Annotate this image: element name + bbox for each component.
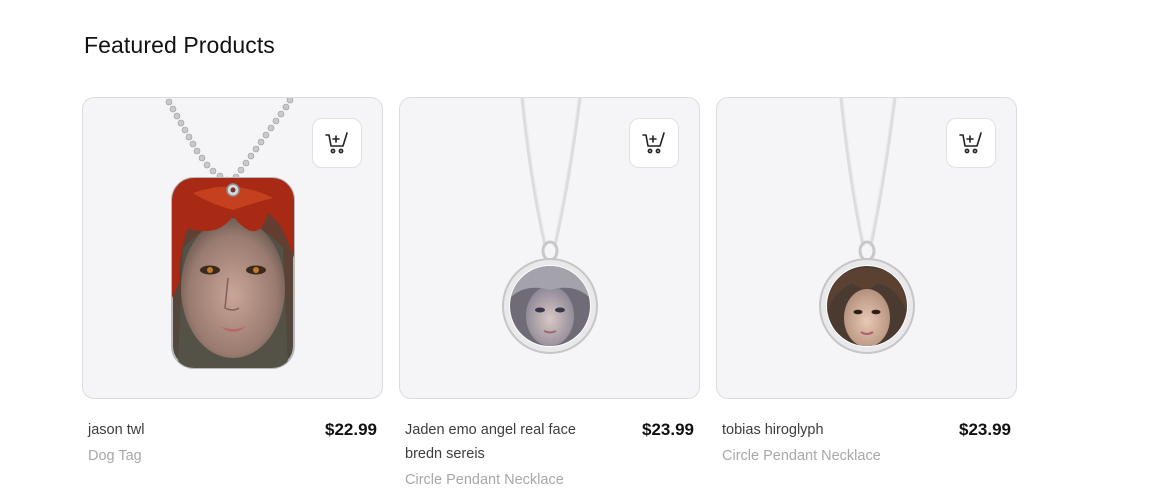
add-to-cart-icon <box>642 132 665 154</box>
product-info: Jaden emo angel real face bredn sereis C… <box>399 418 700 492</box>
product-card[interactable]: Jaden emo angel real face bredn sereis C… <box>399 97 700 492</box>
add-to-cart-icon <box>325 132 348 154</box>
product-info: tobias hiroglyph Circle Pendant Necklace… <box>716 418 1017 468</box>
product-price: $22.99 <box>325 420 377 439</box>
product-grid: jason twl Dog Tag $22.99 Jaden emo angel… <box>82 97 1017 492</box>
product-price: $23.99 <box>959 420 1011 439</box>
product-name[interactable]: Jaden emo angel real face bredn sereis <box>405 418 600 466</box>
product-price: $23.99 <box>642 420 694 439</box>
section-title: Featured Products <box>84 32 275 58</box>
add-to-cart-button[interactable] <box>946 118 996 168</box>
product-image-area[interactable] <box>716 97 1017 399</box>
add-to-cart-button[interactable] <box>629 118 679 168</box>
product-category: Dog Tag <box>88 448 142 464</box>
product-card[interactable]: tobias hiroglyph Circle Pendant Necklace… <box>716 97 1017 492</box>
product-category: Circle Pendant Necklace <box>405 472 564 488</box>
product-name[interactable]: jason twl <box>88 418 283 442</box>
product-image-area[interactable] <box>399 97 700 399</box>
add-to-cart-icon <box>959 132 982 154</box>
product-category: Circle Pendant Necklace <box>722 448 881 464</box>
product-card[interactable]: jason twl Dog Tag $22.99 <box>82 97 383 492</box>
product-info: jason twl Dog Tag $22.99 <box>82 418 383 468</box>
add-to-cart-button[interactable] <box>312 118 362 168</box>
featured-products-section: Featured Products jason twl Dog Tag $22.… <box>0 0 1163 493</box>
product-image-area[interactable] <box>82 97 383 399</box>
product-name[interactable]: tobias hiroglyph <box>722 418 917 442</box>
